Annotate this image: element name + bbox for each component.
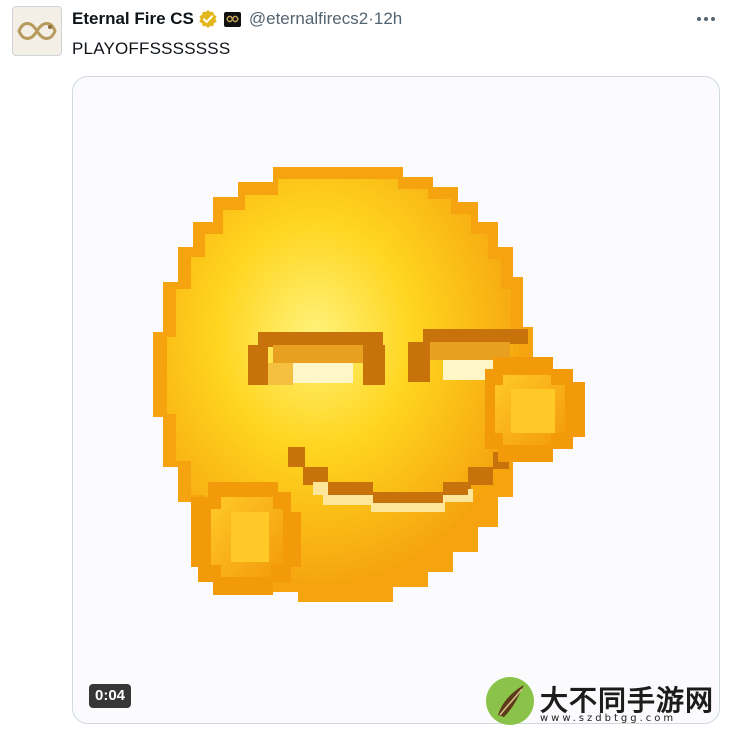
author-name[interactable]: Eternal Fire CS (72, 9, 194, 29)
leaf-logo-icon (486, 677, 534, 725)
eternal-fire-logo (17, 22, 57, 40)
author-avatar[interactable] (12, 6, 62, 56)
watermark-url: www.szdbtgg.com (540, 713, 677, 724)
tweet-timestamp[interactable]: 12h (374, 9, 402, 29)
tweet-header: Eternal Fire CS @eternalfirecs2 · 12h (72, 8, 402, 30)
tweet-video[interactable]: 0:04 (72, 76, 720, 724)
video-duration-badge: 0:04 (89, 684, 132, 708)
verified-badge-icon (198, 9, 218, 29)
watermark-title: 大不同手游网 (540, 684, 715, 717)
more-options-icon[interactable] (694, 8, 718, 30)
smirk-emoji-image (153, 167, 585, 602)
site-watermark: 大不同手游网 www.szdbtgg.com (484, 671, 726, 731)
author-handle[interactable]: @eternalfirecs2 (249, 9, 368, 29)
tweet-text: PLAYOFFSSSSSSS (72, 39, 231, 58)
affiliate-badge-icon[interactable] (223, 11, 241, 27)
